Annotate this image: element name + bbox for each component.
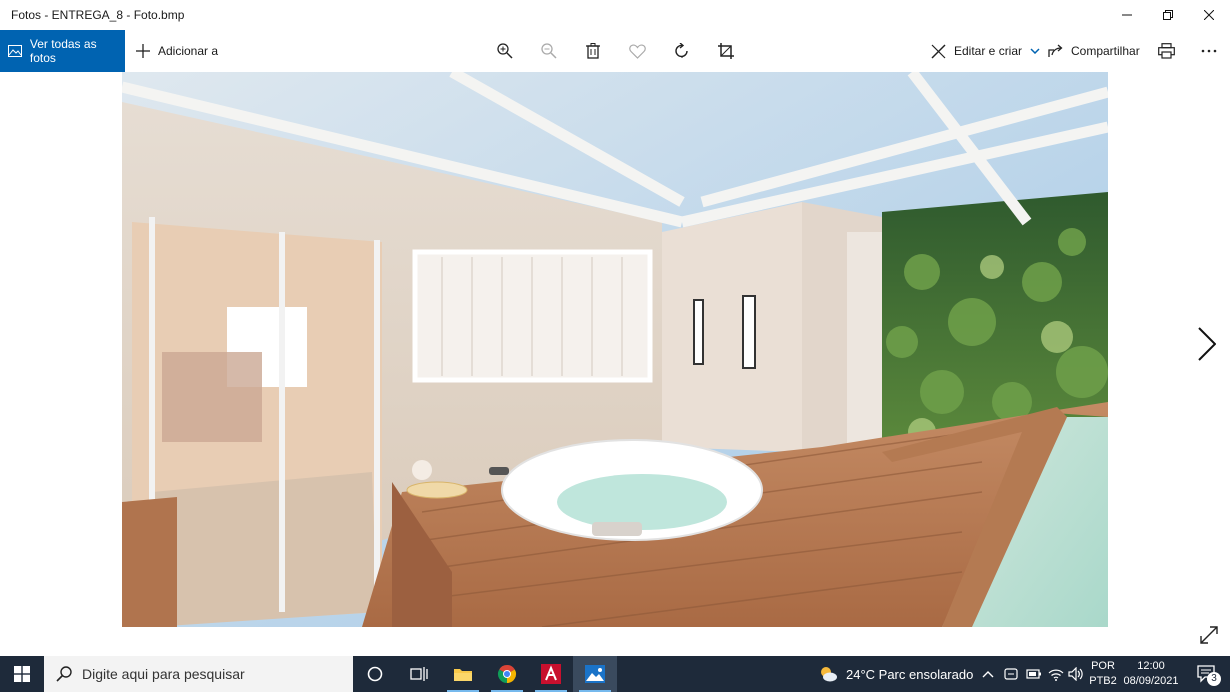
photos-app-button[interactable] bbox=[573, 656, 617, 692]
rotate-button[interactable] bbox=[660, 30, 704, 72]
add-to-button[interactable]: Adicionar a bbox=[136, 30, 218, 72]
file-explorer-icon bbox=[454, 669, 472, 681]
clock[interactable]: 12:00 08/09/2021 bbox=[1118, 659, 1184, 689]
photo-image[interactable] bbox=[122, 72, 1108, 627]
zoom-out-icon bbox=[541, 43, 557, 59]
crop-button[interactable] bbox=[704, 30, 748, 72]
edit-create-icon bbox=[931, 43, 946, 59]
weather-text: 24°C Parc ensolarado bbox=[846, 666, 974, 682]
network-button[interactable] bbox=[1048, 656, 1064, 692]
photos-icon bbox=[8, 45, 22, 57]
edit-create-button[interactable]: Editar e criar bbox=[931, 30, 1040, 72]
crop-icon bbox=[718, 43, 734, 59]
language-code: POR bbox=[1091, 660, 1115, 672]
more-button[interactable] bbox=[1187, 30, 1230, 72]
restore-icon bbox=[1163, 10, 1173, 20]
chrome-button[interactable] bbox=[485, 656, 529, 692]
notifications-button[interactable]: 3 bbox=[1192, 656, 1222, 692]
zoom-out-button[interactable] bbox=[527, 30, 571, 72]
chevron-down-icon bbox=[1030, 48, 1040, 54]
photo-viewer bbox=[0, 72, 1230, 656]
photos-icon bbox=[585, 665, 605, 683]
autocad-icon bbox=[541, 664, 561, 684]
all-photos-button[interactable]: Ver todas as fotos bbox=[0, 30, 125, 72]
close-button[interactable] bbox=[1186, 0, 1230, 30]
battery-button[interactable] bbox=[1026, 656, 1042, 692]
taskbar-search[interactable]: Digite aqui para pesquisar bbox=[44, 656, 353, 692]
plus-icon bbox=[136, 44, 150, 58]
cortana-button[interactable] bbox=[353, 656, 397, 692]
add-to-label: Adicionar a bbox=[158, 44, 219, 58]
notification-count-badge: 3 bbox=[1207, 672, 1221, 686]
share-button[interactable]: Compartilhar bbox=[1048, 30, 1140, 72]
next-photo-button[interactable] bbox=[1190, 322, 1224, 366]
favorite-icon bbox=[628, 43, 646, 59]
chevron-up-icon bbox=[982, 671, 994, 678]
clock-date: 08/09/2021 bbox=[1123, 675, 1179, 687]
print-icon bbox=[1157, 43, 1175, 59]
favorite-button[interactable] bbox=[615, 30, 659, 72]
keyboard-layout: PTB2 bbox=[1089, 675, 1117, 687]
close-icon bbox=[1204, 10, 1214, 20]
volume-button[interactable] bbox=[1068, 656, 1084, 692]
meet-now-button[interactable] bbox=[1004, 656, 1018, 692]
fullscreen-button[interactable] bbox=[1196, 622, 1222, 648]
start-button[interactable] bbox=[0, 656, 44, 692]
wifi-icon bbox=[1048, 669, 1064, 681]
file-explorer-button[interactable] bbox=[441, 656, 485, 692]
title-bar: Fotos - ENTREGA_8 - Foto.bmp bbox=[0, 0, 1230, 30]
window-title: Fotos - ENTREGA_8 - Foto.bmp bbox=[11, 8, 185, 22]
battery-icon bbox=[1026, 669, 1041, 679]
rotate-icon bbox=[675, 43, 688, 58]
windows-icon bbox=[14, 666, 30, 682]
zoom-in-button[interactable] bbox=[483, 30, 527, 72]
edit-create-label: Editar e criar bbox=[954, 44, 1023, 58]
minimize-button[interactable] bbox=[1104, 0, 1150, 30]
all-photos-label: Ver todas as fotos bbox=[29, 37, 97, 65]
search-placeholder: Digite aqui para pesquisar bbox=[82, 666, 245, 682]
minimize-icon bbox=[1122, 14, 1132, 16]
delete-button[interactable] bbox=[571, 30, 615, 72]
weather-widget[interactable]: 24°C Parc ensolarado bbox=[818, 656, 973, 692]
clock-time: 12:00 bbox=[1137, 660, 1165, 672]
autocad-button[interactable] bbox=[529, 656, 573, 692]
expand-icon bbox=[1200, 626, 1218, 644]
taskbar: Digite aqui para pesquisar 24°C Parc ens… bbox=[0, 656, 1230, 692]
task-view-button[interactable] bbox=[397, 656, 441, 692]
restore-button[interactable] bbox=[1145, 0, 1191, 30]
cortana-icon bbox=[367, 666, 383, 682]
chevron-right-icon bbox=[1198, 327, 1216, 361]
chrome-icon bbox=[497, 665, 517, 683]
print-button[interactable] bbox=[1144, 30, 1188, 72]
rendered-terrace-photo bbox=[122, 72, 1108, 627]
share-label: Compartilhar bbox=[1071, 44, 1140, 58]
meet-icon bbox=[1004, 668, 1018, 680]
share-icon bbox=[1048, 44, 1063, 57]
show-hidden-icons-button[interactable] bbox=[982, 656, 994, 692]
delete-icon bbox=[586, 43, 600, 59]
zoom-in-icon bbox=[497, 43, 513, 59]
toolbar: Ver todas as fotos Adicionar a Editar e … bbox=[0, 30, 1230, 72]
partly-sunny-icon bbox=[821, 667, 837, 682]
task-view-icon bbox=[410, 667, 428, 681]
search-icon bbox=[56, 666, 72, 682]
language-indicator[interactable]: POR PTB2 bbox=[1088, 659, 1118, 689]
volume-icon bbox=[1068, 667, 1083, 681]
more-icon bbox=[1201, 49, 1217, 53]
